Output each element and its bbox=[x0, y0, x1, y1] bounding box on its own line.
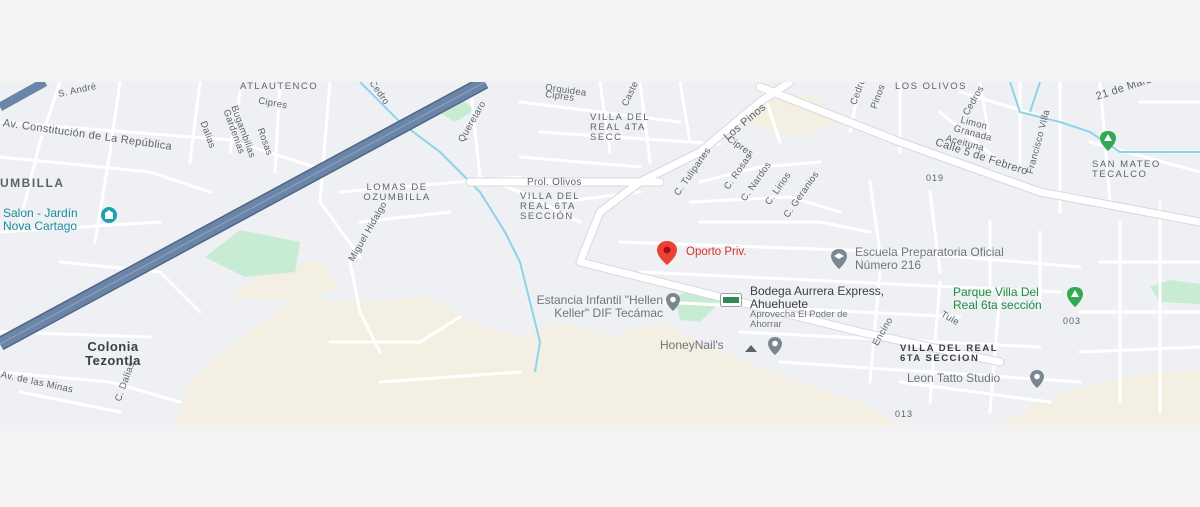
poi-leon-label[interactable]: Leon Tatto Studio bbox=[907, 372, 1000, 385]
poi-escuela-label[interactable]: Escuela Preparatoria Oficial Número 216 bbox=[855, 246, 1005, 271]
park-area bbox=[1150, 280, 1200, 304]
poi-bodega-label[interactable]: Bodega Aurrera Express, Ahuehuete bbox=[750, 285, 890, 310]
park-area bbox=[205, 230, 300, 277]
area-label: VILLA DEL REAL 6TA SECCIÓN bbox=[520, 191, 580, 222]
store-icon[interactable] bbox=[720, 293, 742, 312]
small-house-icon bbox=[744, 340, 758, 358]
poi-bodega-tagline: Aprovecha El Poder de Ahorrar bbox=[750, 309, 848, 330]
street-label: LOS OLIVOS bbox=[895, 82, 968, 92]
event-venue-icon[interactable] bbox=[100, 206, 118, 229]
park-tree-icon[interactable] bbox=[1098, 130, 1118, 157]
poi-honeynails-label[interactable]: HoneyNail's bbox=[660, 339, 724, 352]
street-label: ATLAUTENCO bbox=[240, 82, 319, 92]
place-pin-icon[interactable] bbox=[1028, 369, 1046, 394]
stream bbox=[1029, 82, 1041, 113]
poi-salon-label[interactable]: Salon - Jardín Nova Cartago bbox=[3, 207, 98, 232]
street-label: Prol. Olivos bbox=[527, 177, 582, 188]
area-label: LOMAS DE OZUMBILLA bbox=[363, 182, 431, 203]
area-label: VILLA DEL REAL 6TA SECCION bbox=[900, 343, 998, 364]
area-label: UMBILLA bbox=[0, 176, 65, 190]
marker-label[interactable]: Oporto Priv. bbox=[686, 246, 747, 258]
road-code: 003 bbox=[1063, 316, 1082, 326]
school-icon[interactable] bbox=[829, 248, 849, 275]
place-pin-icon[interactable] bbox=[766, 336, 784, 361]
poi-estancia-label[interactable]: Estancia Infantil "Hellen Keller" DIF Te… bbox=[503, 294, 663, 319]
highway bbox=[0, 82, 48, 111]
place-label: Colonia Tezontla bbox=[85, 339, 141, 368]
poi-parque-label[interactable]: Parque Villa Del Real 6ta sección bbox=[953, 286, 1063, 311]
park-tree-icon[interactable] bbox=[1065, 286, 1085, 313]
road-code: 019 bbox=[926, 173, 945, 183]
road-code: 013 bbox=[895, 409, 914, 419]
place-pin-icon[interactable] bbox=[664, 292, 682, 317]
area-label: SAN MATEO TECALCO bbox=[1092, 159, 1161, 180]
red-location-pin-icon[interactable] bbox=[654, 240, 680, 271]
map-canvas[interactable]: S. André ATLAUTENCO Cipres Av. Constituc… bbox=[0, 82, 1200, 425]
area-label: VILLA DEL REAL 4TA SECC bbox=[590, 112, 650, 143]
